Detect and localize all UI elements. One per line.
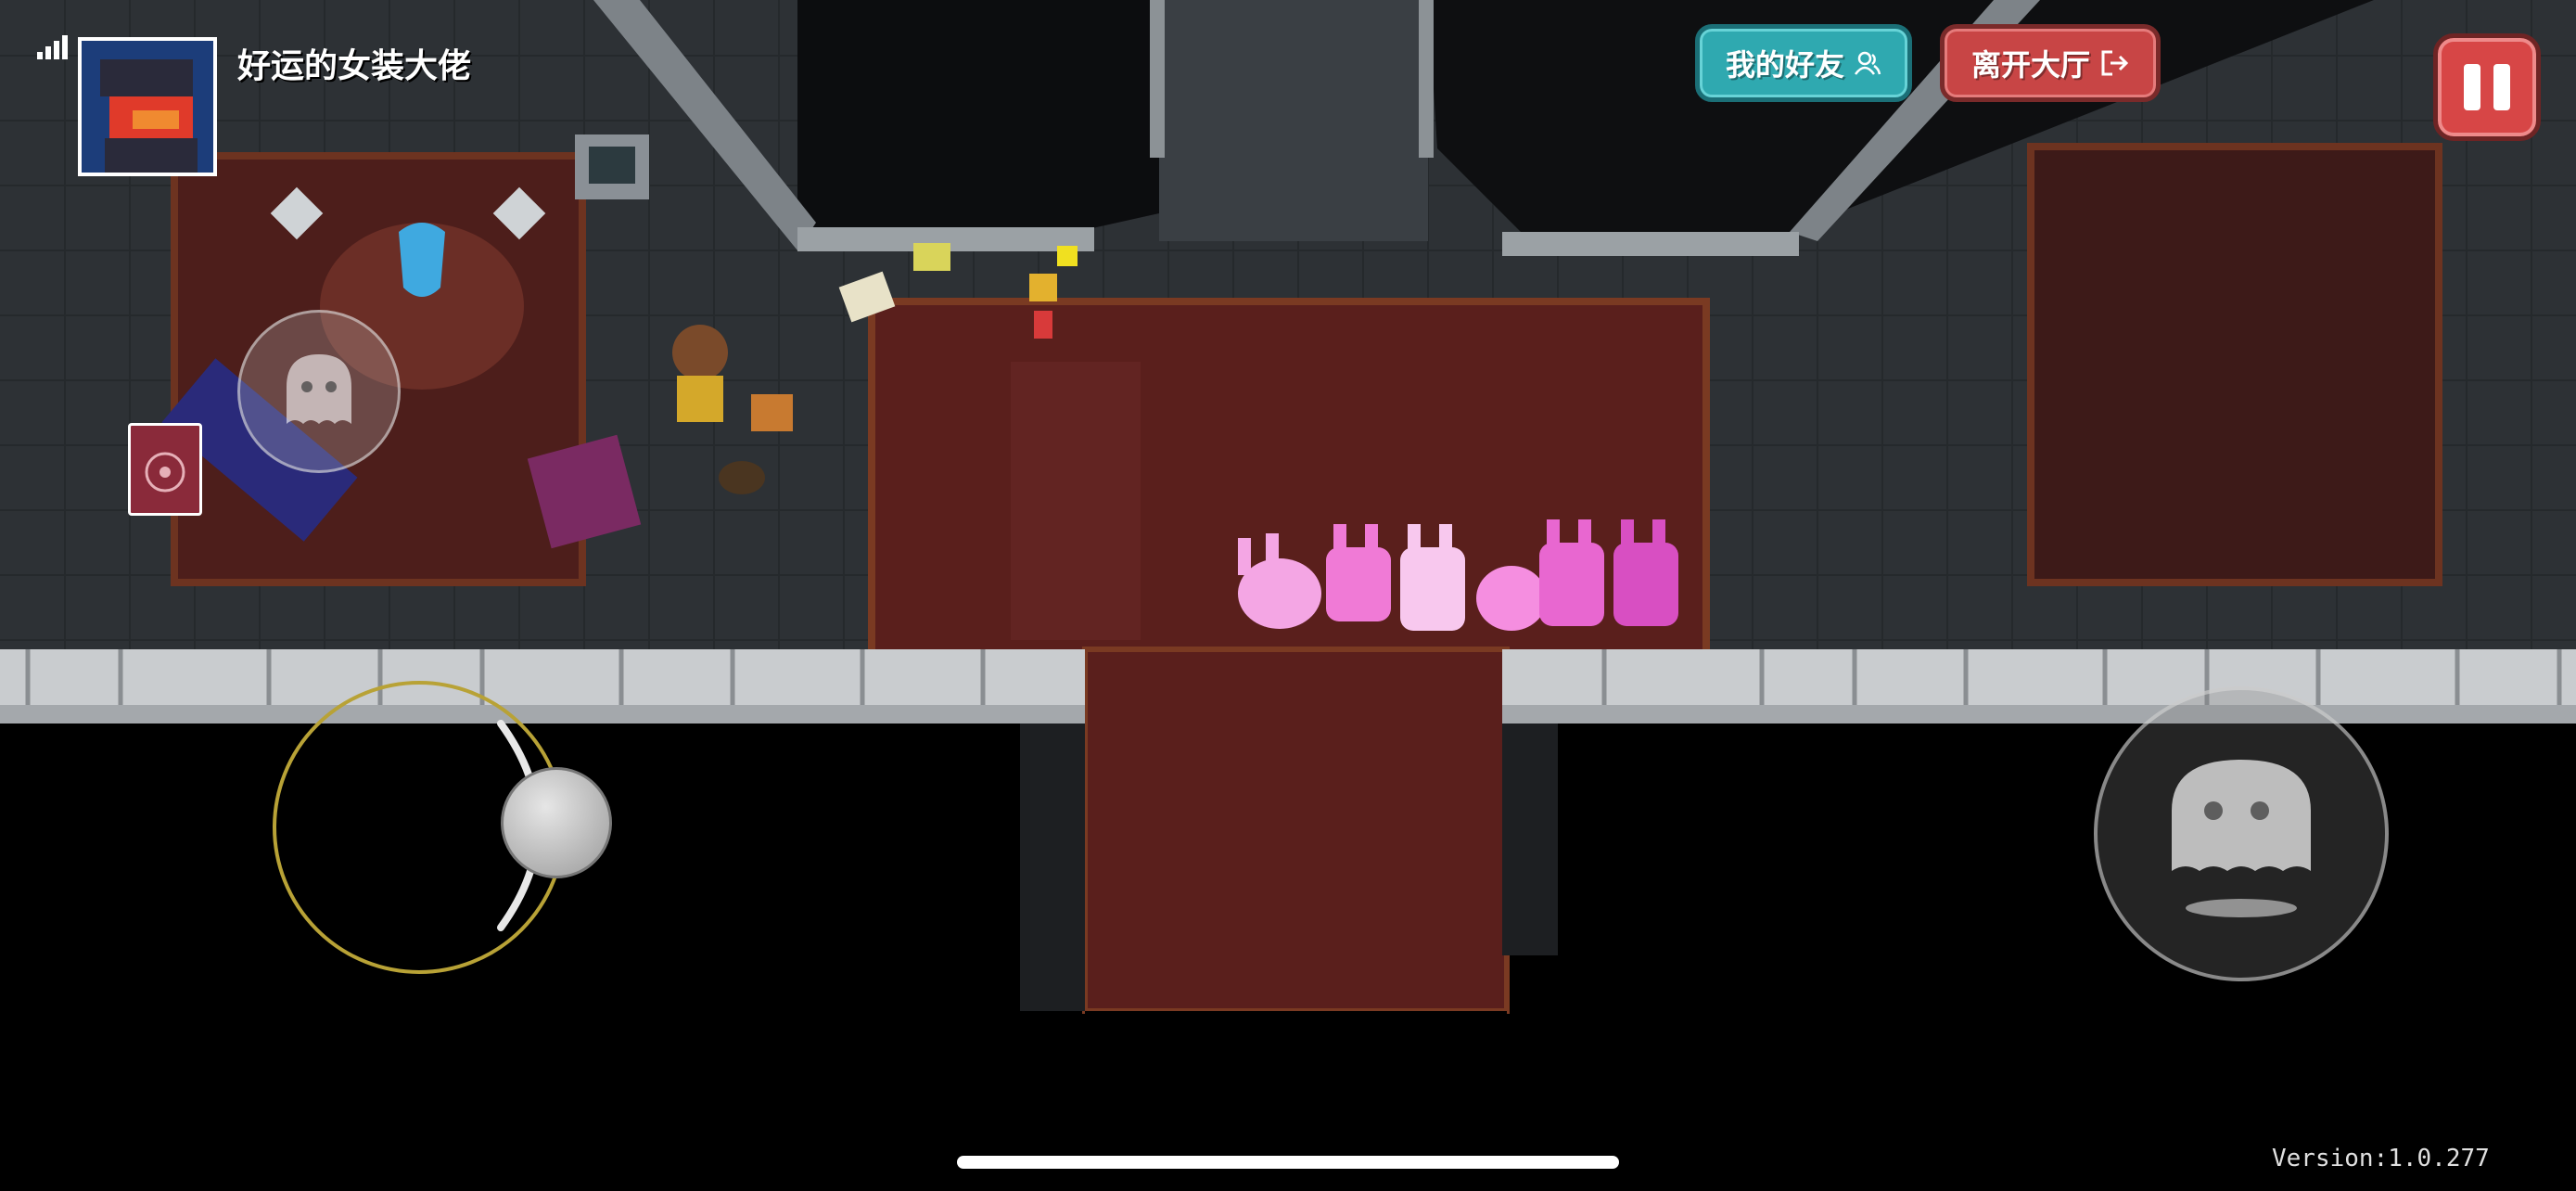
pause-icon [2464, 64, 2480, 110]
exit-arrow-icon [2101, 50, 2129, 76]
game-scene [0, 0, 2576, 1191]
joystick-knob[interactable] [501, 767, 612, 878]
leave-label: 离开大厅 [1970, 47, 2090, 83]
bunny-pet [1476, 566, 1547, 631]
south-carpet [1082, 647, 1510, 1014]
friends-icon [1854, 51, 1881, 75]
ghost-attack-icon [2172, 760, 2311, 917]
signal-icon [37, 35, 68, 59]
home-indicator[interactable] [957, 1156, 1619, 1169]
player-avatar[interactable] [78, 37, 217, 176]
friends-button[interactable]: 我的好友 [1695, 24, 1912, 102]
version-text: Version:1.0.277 [2272, 1145, 2490, 1172]
npc-character [672, 325, 728, 380]
avatar-portrait [82, 41, 213, 173]
item-book-icon [145, 452, 185, 493]
player-name: 好运的女装大佬 [237, 47, 472, 85]
attack-button[interactable] [2094, 686, 2389, 981]
ghost-skill-icon [287, 354, 351, 424]
leave-lobby-button[interactable]: 离开大厅 [1940, 24, 2161, 102]
blue-hologram-head [399, 223, 445, 297]
shiba-dog [751, 394, 793, 431]
friends-label: 我的好友 [1725, 47, 1844, 83]
north-corridor [1159, 0, 1428, 241]
equipped-item-card[interactable] [128, 423, 202, 516]
right-carpet [2027, 143, 2442, 586]
pause-button[interactable] [2433, 33, 2541, 141]
skill-button[interactable] [237, 310, 401, 473]
